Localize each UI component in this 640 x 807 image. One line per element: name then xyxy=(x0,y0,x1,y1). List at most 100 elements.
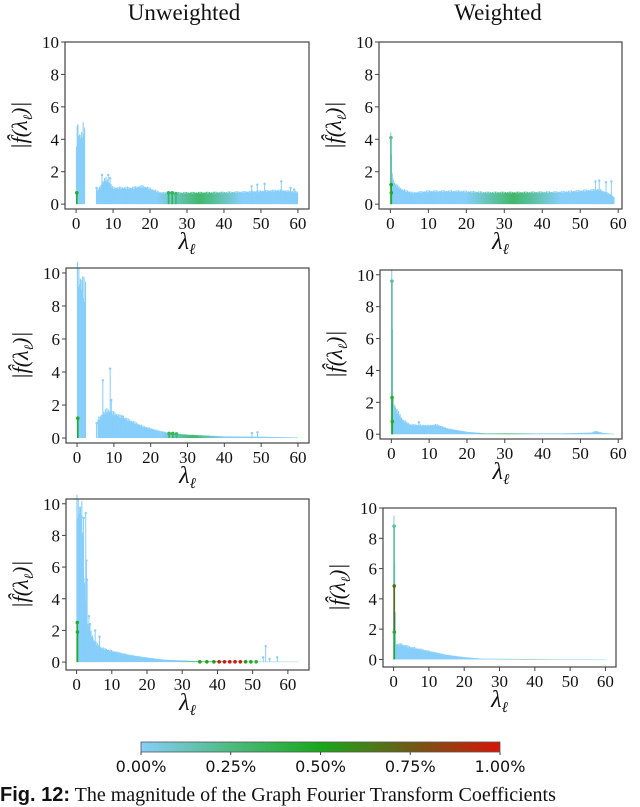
x-axis-label: λℓ xyxy=(178,229,196,258)
y-tick-label: 2 xyxy=(52,396,61,415)
stem-marker xyxy=(121,415,125,418)
y-axis-label-end: )| xyxy=(321,102,346,117)
caption-label: Fig. 12: xyxy=(0,784,71,806)
x-tick-label: 60 xyxy=(279,675,296,694)
x-tick-label: 50 xyxy=(572,214,589,233)
x-tick-label: 10 xyxy=(105,214,122,233)
x-tick-label: 40 xyxy=(209,675,226,694)
y-axis-label: |f̂(λℓ)| xyxy=(8,332,36,380)
y-tick-label: 6 xyxy=(366,330,375,349)
x-tick-label: 40 xyxy=(215,214,232,233)
y-tick-label: 6 xyxy=(369,560,378,579)
y-axis-label-end: )| xyxy=(8,561,33,576)
stem-marker xyxy=(84,512,87,515)
y-tick-label: 4 xyxy=(366,361,375,380)
x-axis-label: λℓ xyxy=(491,229,509,258)
stem-highlight-marker xyxy=(198,659,202,664)
x-tick-label: 50 xyxy=(244,675,261,694)
plot-frame xyxy=(378,41,623,210)
stem-highlight-marker xyxy=(174,432,179,436)
x-tick-label: 10 xyxy=(420,672,437,691)
x-tick-label: 20 xyxy=(142,448,159,467)
colorbar-gradient xyxy=(140,741,501,753)
colorbar-tick-label: 0.25% xyxy=(205,757,256,776)
stem-highlight-marker xyxy=(392,584,397,588)
stem-series xyxy=(75,122,299,205)
y-tick-label: 8 xyxy=(52,297,61,316)
y-tick-label: 2 xyxy=(365,163,374,182)
stem-marker xyxy=(417,421,421,424)
x-tick-label: 40 xyxy=(216,448,233,467)
y-axis-label-end: )| xyxy=(8,332,33,347)
x-tick-label: 60 xyxy=(597,672,614,691)
x-tick-label: 60 xyxy=(289,214,306,233)
x-tick-label: 20 xyxy=(458,214,475,233)
chart-panel-row2-unweighted: 0 10 20 30 40 50 600246810λℓ|f̂(λℓ)| xyxy=(8,261,310,492)
stem-highlight-marker xyxy=(390,395,394,400)
stem-marker xyxy=(85,578,89,581)
colorbar-tick-label: 0.75% xyxy=(385,757,436,776)
stem-highlight-marker xyxy=(392,524,396,528)
y-tick-label: 8 xyxy=(52,526,61,545)
x-axis-label-subscript: ℓ xyxy=(189,242,195,258)
x-axis-label: λℓ xyxy=(492,459,510,488)
stem-highlight-marker xyxy=(212,659,216,664)
y-tick-label: 0 xyxy=(366,425,375,444)
x-axis-label-subscript: ℓ xyxy=(503,242,509,258)
stem-marker xyxy=(264,645,267,648)
y-tick-label: 4 xyxy=(52,363,61,382)
y-axis-label: |f̂(λℓ)| xyxy=(8,561,36,609)
stem-marker xyxy=(594,180,597,183)
stem-marker xyxy=(598,179,601,182)
y-tick-label: 2 xyxy=(52,621,61,640)
stem-marker xyxy=(101,379,105,382)
x-axis-label: λℓ xyxy=(178,463,196,492)
x-tick-label: 60 xyxy=(610,214,627,233)
stem-series xyxy=(75,261,299,439)
y-axis-label: |f̂(λℓ)| xyxy=(7,102,35,150)
chart-panel-row1-weighted: 0 10 20 30 40 50 600246810λℓ|f̂(λℓ)| xyxy=(321,33,627,258)
stem-marker xyxy=(262,656,265,659)
y-tick-label: 0 xyxy=(51,195,60,214)
stem-marker xyxy=(263,182,266,186)
y-tick-label: 10 xyxy=(360,499,377,518)
stem-marker xyxy=(88,622,92,626)
x-axis-label: λℓ xyxy=(178,690,196,719)
x-axis-label-subscript: ℓ xyxy=(190,476,196,492)
y-tick-label: 0 xyxy=(52,429,61,448)
stem-highlight-marker xyxy=(389,135,393,140)
stem-marker xyxy=(107,173,110,177)
figure-canvas: 0 10 20 30 40 50 600246810λℓ|f̂(λℓ)|0 10 20 30 40 5… xyxy=(7,33,627,776)
x-tick-label: 10 xyxy=(421,444,438,463)
stem-highlight-marker xyxy=(75,416,80,421)
y-axis-label: |f̂(λℓ)| xyxy=(322,331,350,379)
stem-highlight-marker xyxy=(390,419,395,424)
stem-highlight-marker xyxy=(167,431,171,436)
y-tick-label: 6 xyxy=(52,558,61,577)
chart-panel-row3-unweighted: 0 10 20 30 40 50 600246810λℓ|f̂(λℓ)| xyxy=(8,494,310,719)
y-tick-label: 4 xyxy=(52,590,61,609)
stem-series xyxy=(392,515,606,660)
x-tick-label: 60 xyxy=(610,444,627,463)
x-tick-label: 10 xyxy=(103,675,120,694)
stem-marker xyxy=(256,431,259,434)
y-tick-label: 2 xyxy=(366,393,375,412)
y-axis-label-end: )| xyxy=(7,102,32,117)
x-axis-label: λℓ xyxy=(490,687,508,716)
y-tick-label: 10 xyxy=(356,33,373,52)
x-tick-label: 0 xyxy=(72,214,81,233)
x-tick-label: 0 xyxy=(386,214,395,233)
y-tick-label: 8 xyxy=(366,298,375,317)
stem-marker xyxy=(276,656,279,659)
stem-highlight-marker xyxy=(254,659,258,664)
chart-panel-row3-weighted: 0 10 20 30 40 50 600246810λℓ|f̂(λℓ)| xyxy=(325,499,617,716)
stem-marker xyxy=(91,637,94,640)
stem-highlight-marker xyxy=(174,191,178,196)
x-tick-label: 40 xyxy=(534,444,551,463)
y-tick-label: 10 xyxy=(43,264,60,283)
x-tick-label: 0 xyxy=(73,448,82,467)
stem-highlight-marker xyxy=(217,659,221,664)
y-tick-label: 4 xyxy=(365,130,374,149)
stem-highlight-marker xyxy=(170,431,175,436)
stem-highlight-marker xyxy=(389,182,393,187)
